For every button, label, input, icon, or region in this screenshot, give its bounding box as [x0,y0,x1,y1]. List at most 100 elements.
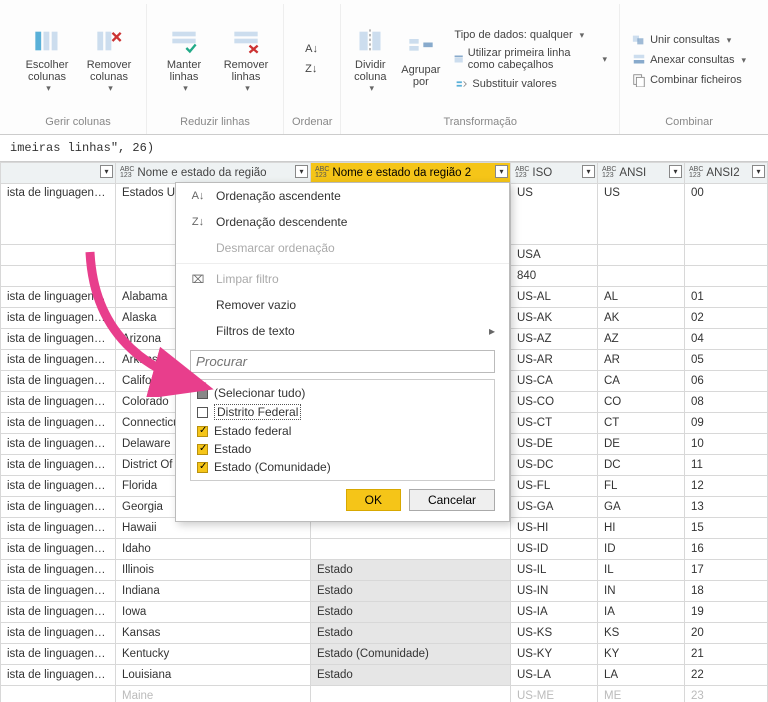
cell[interactable] [1,245,116,266]
column-filter-button[interactable]: ▾ [669,165,682,178]
cell[interactable]: ista de linguagens... [1,413,116,434]
cell[interactable]: ista de linguagens... [1,497,116,518]
cell[interactable]: ista de linguagens... [1,476,116,497]
cell[interactable]: Maine [116,686,311,702]
cell[interactable]: Estado (Comunidade) [311,644,511,665]
cell[interactable] [598,266,685,287]
cell[interactable]: ista de linguagens... [1,623,116,644]
column-header[interactable]: ABC123ISO▾ [511,163,598,184]
cell[interactable]: 17 [685,560,768,581]
first-row-headers-button[interactable]: Utilizar primeira linha como cabeçalhos [450,45,611,73]
cell[interactable]: Iowa [116,602,311,623]
table-row[interactable]: ista de linguagens...LouisianaEstadoUS-L… [1,665,768,686]
sort-desc-menu[interactable]: Z↓ Ordenação descendente [176,209,509,235]
cell[interactable]: 05 [685,350,768,371]
table-row[interactable]: Maine US-MEME23 [1,686,768,702]
cell[interactable]: 10 [685,434,768,455]
cell[interactable]: Estado [311,665,511,686]
remove-rows-button[interactable]: Remover linhas [217,25,275,96]
cell[interactable]: US-IA [511,602,598,623]
column-header[interactable]: ▾ [1,163,116,184]
cell[interactable]: 08 [685,392,768,413]
cell[interactable]: Estado [311,560,511,581]
filter-value-row[interactable]: (Selecionar tudo) [197,384,488,402]
cell[interactable]: ista de linguagens... [1,184,116,245]
cell[interactable]: ista de linguagens... [1,644,116,665]
split-column-button[interactable]: Dividir coluna [349,25,391,96]
combine-files-button[interactable]: Combinar ficheiros [628,71,750,89]
column-filter-button[interactable]: ▾ [752,165,765,178]
filter-value-row[interactable]: Estado federal [197,422,488,440]
cell[interactable]: Estado [311,581,511,602]
cell[interactable]: 02 [685,308,768,329]
cell[interactable]: Louisiana [116,665,311,686]
sort-asc-button[interactable]: A↓ [301,41,323,59]
cell[interactable]: US-HI [511,518,598,539]
ok-button[interactable]: OK [346,489,401,511]
cell[interactable]: 09 [685,413,768,434]
cell[interactable]: US-DC [511,455,598,476]
cell[interactable]: AK [598,308,685,329]
filter-value-row[interactable]: Estado (Comunidade) [197,458,488,476]
cell[interactable]: ista de linguagens... [1,392,116,413]
cell[interactable]: ista de linguagens... [1,371,116,392]
cell[interactable]: 19 [685,602,768,623]
formula-bar[interactable]: imeiras linhas", 26) [0,135,768,162]
cell[interactable]: IL [598,560,685,581]
cell[interactable]: 06 [685,371,768,392]
cell[interactable]: US-AL [511,287,598,308]
cell[interactable]: US-CO [511,392,598,413]
cell[interactable]: US-IL [511,560,598,581]
merge-queries-button[interactable]: Unir consultas [628,31,750,49]
cell[interactable]: DC [598,455,685,476]
column-filter-button[interactable]: ▾ [295,165,308,178]
column-filter-button[interactable]: ▾ [100,165,113,178]
cell[interactable] [311,539,511,560]
append-queries-button[interactable]: Anexar consultas [628,51,750,69]
cell[interactable]: 23 [685,686,768,702]
column-filter-button[interactable]: ▾ [582,165,595,178]
cell[interactable]: Estado [311,602,511,623]
cell[interactable] [1,686,116,702]
cell[interactable]: ista de linguagens... [1,665,116,686]
cell[interactable]: US-KY [511,644,598,665]
table-row[interactable]: ista de linguagens...IndianaEstadoUS-INI… [1,581,768,602]
cell[interactable]: ista de linguagens... [1,455,116,476]
cell[interactable]: US-CT [511,413,598,434]
cell[interactable]: IN [598,581,685,602]
cell[interactable]: HI [598,518,685,539]
cell[interactable]: US-FL [511,476,598,497]
cell[interactable]: 21 [685,644,768,665]
column-header[interactable]: ABC123Nome e estado da região▾ [116,163,311,184]
cell[interactable]: US-ME [511,686,598,702]
filter-value-row[interactable]: Estado [197,440,488,458]
cell[interactable]: CT [598,413,685,434]
remove-columns-button[interactable]: Remover colunas [80,25,138,96]
cell[interactable]: ME [598,686,685,702]
cell[interactable]: DE [598,434,685,455]
cell[interactable]: AL [598,287,685,308]
cell[interactable] [685,266,768,287]
cell[interactable]: ista de linguagens... [1,308,116,329]
filter-value-row[interactable]: Distrito Federal [197,402,488,422]
cell[interactable]: 01 [685,287,768,308]
cell[interactable]: ista de linguagens... [1,434,116,455]
replace-values-button[interactable]: Substituir valores [450,75,611,93]
cell[interactable]: CO [598,392,685,413]
cell[interactable]: Kansas [116,623,311,644]
cell[interactable]: US-DE [511,434,598,455]
cell[interactable]: Kentucky [116,644,311,665]
cell[interactable]: ista de linguagens... [1,581,116,602]
table-row[interactable]: ista de linguagens...IowaEstadoUS-IAIA19 [1,602,768,623]
cell[interactable]: AZ [598,329,685,350]
keep-rows-button[interactable]: Manter linhas [155,25,213,96]
cell[interactable]: Illinois [116,560,311,581]
cell[interactable]: LA [598,665,685,686]
cell[interactable]: FL [598,476,685,497]
column-filter-button[interactable]: ▾ [495,165,508,178]
cell[interactable]: IA [598,602,685,623]
table-row[interactable]: ista de linguagens...IllinoisEstadoUS-IL… [1,560,768,581]
data-type-button[interactable]: Tipo de dados: qualquer [450,27,611,43]
cell[interactable]: US-ID [511,539,598,560]
table-row[interactable]: ista de linguagens...KansasEstadoUS-KSKS… [1,623,768,644]
